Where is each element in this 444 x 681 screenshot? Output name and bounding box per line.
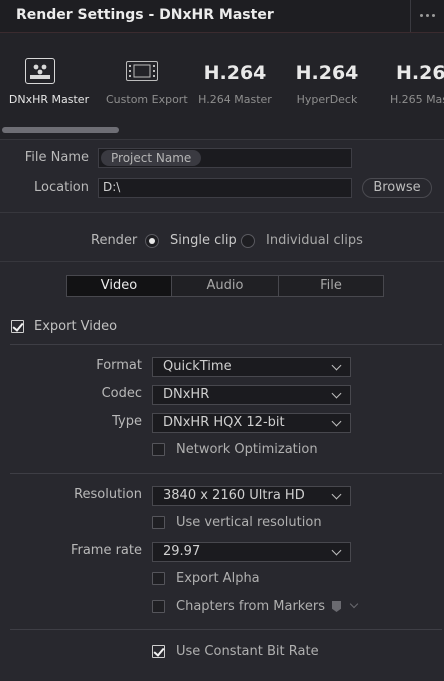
individual-clips-radio[interactable] — [241, 234, 255, 248]
preset-label: HyperDeck — [296, 93, 358, 106]
export-video-label[interactable]: Export Video — [34, 319, 117, 334]
preset-codec-text: H.264 — [295, 62, 359, 84]
export-alpha-checkbox[interactable] — [152, 572, 165, 585]
tab-audio[interactable]: Audio — [172, 276, 278, 296]
preset-hyperdeck[interactable]: H.264 HyperDeck — [290, 33, 364, 129]
chevron-down-icon — [331, 388, 342, 399]
marker-icon[interactable] — [332, 601, 341, 612]
divider — [10, 473, 442, 474]
chevron-down-icon[interactable] — [349, 599, 359, 609]
chevron-down-icon — [331, 545, 342, 556]
preset-custom-export[interactable]: Custom Export — [106, 33, 188, 129]
location-value: D:\ — [103, 180, 121, 194]
preset-dnxhr-master[interactable]: DNxHR Master — [4, 33, 94, 129]
single-clip-label[interactable]: Single clip — [170, 233, 237, 248]
window-title: Render Settings - DNxHR Master — [16, 7, 274, 23]
preset-label: H.264 Master — [198, 93, 272, 106]
render-master-icon — [25, 58, 55, 84]
frame-rate-select[interactable]: 29.97 — [152, 542, 351, 562]
chevron-down-icon — [331, 489, 342, 500]
preset-strip: DNxHR Master Custom Export H.264 H.264 M… — [0, 33, 444, 139]
network-optimization-checkbox[interactable] — [152, 443, 165, 456]
location-field[interactable]: D:\ — [98, 178, 352, 198]
more-options-button[interactable] — [410, 0, 444, 32]
type-label: Type — [112, 414, 142, 429]
preset-h265-master[interactable]: H.265 H.265 Master — [384, 33, 444, 129]
settings-tabs: Video Audio File — [66, 275, 384, 297]
chevron-down-icon — [331, 416, 342, 427]
divider — [10, 344, 442, 345]
preset-h264-master[interactable]: H.264 H.264 Master — [198, 33, 272, 129]
dot-icon — [432, 14, 435, 17]
dot-icon — [420, 14, 423, 17]
divider — [0, 212, 444, 213]
tab-file[interactable]: File — [279, 276, 383, 296]
codec-value: DNxHR — [163, 387, 210, 402]
divider — [0, 139, 444, 140]
individual-clips-label[interactable]: Individual clips — [266, 233, 363, 248]
export-alpha-label[interactable]: Export Alpha — [176, 571, 260, 586]
export-video-checkbox[interactable] — [11, 320, 24, 333]
codec-label: Codec — [101, 386, 142, 401]
preset-scrollbar[interactable] — [2, 127, 119, 133]
preset-codec-text: H.264 — [203, 62, 267, 84]
film-strip-icon — [126, 61, 158, 81]
chevron-down-icon — [331, 360, 342, 371]
format-select[interactable]: QuickTime — [152, 357, 351, 377]
constant-bit-rate-label[interactable]: Use Constant Bit Rate — [176, 644, 319, 659]
file-name-label: File Name — [24, 150, 89, 165]
single-clip-radio[interactable] — [145, 234, 159, 248]
network-optimization-label[interactable]: Network Optimization — [176, 442, 318, 457]
constant-bit-rate-checkbox[interactable] — [152, 645, 165, 658]
preset-label: H.265 Master — [390, 93, 444, 106]
resolution-value: 3840 x 2160 Ultra HD — [163, 488, 305, 503]
format-value: QuickTime — [163, 359, 232, 374]
preset-codec-text: H.265 — [396, 62, 444, 84]
divider — [0, 261, 444, 262]
vertical-resolution-label[interactable]: Use vertical resolution — [176, 515, 322, 530]
resolution-select[interactable]: 3840 x 2160 Ultra HD — [152, 486, 351, 506]
frame-rate-value: 29.97 — [163, 544, 201, 559]
preset-label: DNxHR Master — [8, 93, 90, 106]
frame-rate-label: Frame rate — [70, 543, 142, 558]
preset-label: Custom Export — [106, 93, 188, 106]
file-name-field[interactable]: Project Name — [98, 148, 352, 168]
tab-video[interactable]: Video — [67, 276, 171, 296]
dot-icon — [426, 14, 429, 17]
file-name-token[interactable]: Project Name — [101, 150, 202, 166]
type-select[interactable]: DNxHR HQX 12-bit — [152, 413, 351, 433]
chapters-from-markers-label[interactable]: Chapters from Markers — [176, 599, 325, 614]
vertical-resolution-checkbox[interactable] — [152, 516, 165, 529]
format-label: Format — [96, 358, 142, 373]
browse-button[interactable]: Browse — [362, 178, 432, 198]
resolution-label: Resolution — [74, 487, 142, 502]
divider — [10, 629, 442, 630]
render-label: Render — [91, 233, 138, 248]
location-label: Location — [34, 180, 89, 195]
codec-select[interactable]: DNxHR — [152, 385, 351, 405]
chapters-from-markers-checkbox[interactable] — [152, 600, 165, 613]
type-value: DNxHR HQX 12-bit — [163, 415, 285, 430]
